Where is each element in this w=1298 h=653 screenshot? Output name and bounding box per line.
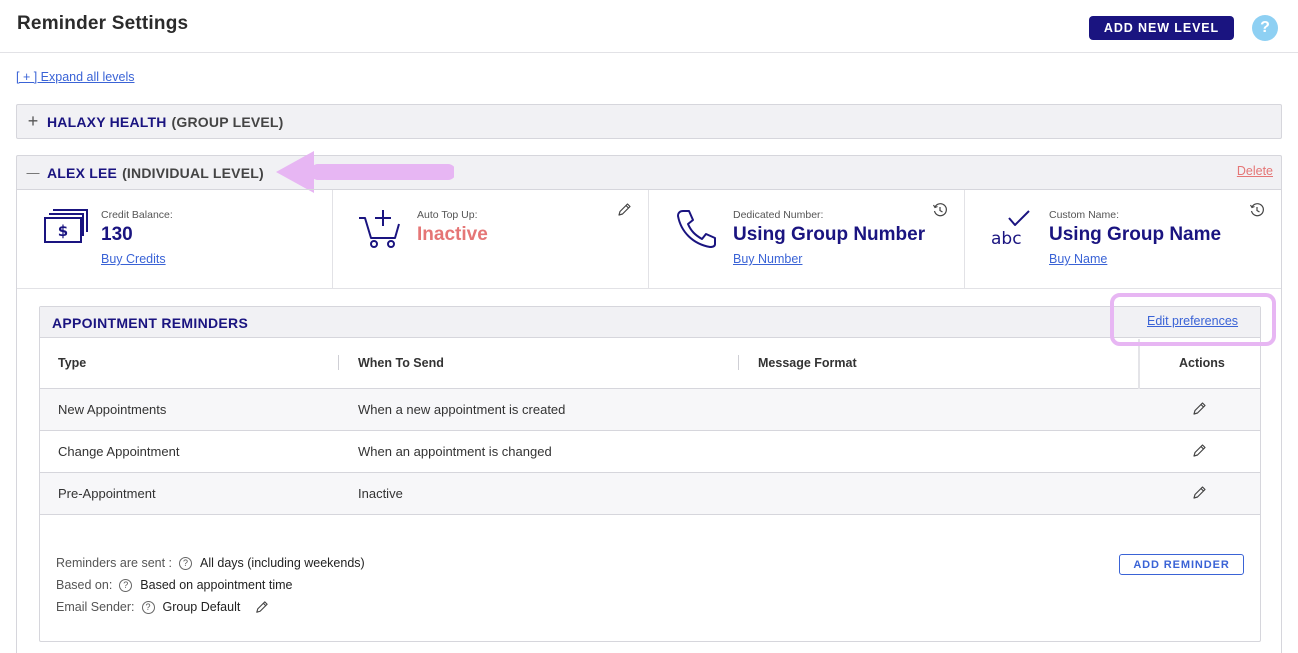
history-icon[interactable] — [932, 202, 948, 218]
auto-top-up-value: Inactive — [417, 224, 488, 245]
email-sender-value: Group Default — [162, 600, 241, 614]
pencil-icon[interactable] — [254, 600, 269, 615]
add-reminder-button[interactable]: ADD REMINDER — [1119, 554, 1244, 575]
add-new-level-button[interactable]: ADD NEW LEVEL — [1089, 16, 1234, 40]
buy-name-link[interactable]: Buy Name — [1049, 252, 1107, 266]
table-row[interactable]: Pre-Appointment Inactive — [40, 473, 1260, 515]
auto-top-up-label: Auto Top Up: — [417, 209, 478, 221]
column-header-format[interactable]: Message Format — [758, 356, 857, 370]
top-bar: Reminder Settings ADD NEW LEVEL ? — [0, 0, 1298, 53]
credit-balance-card: $ Credit Balance: 130 Buy Credits — [17, 190, 333, 289]
based-on-value: Based on appointment time — [140, 578, 293, 592]
cell-when: When an appointment is changed — [358, 444, 552, 459]
abc-check-icon: abc — [991, 210, 1030, 248]
help-circle-icon[interactable]: ? — [179, 556, 193, 570]
custom-name-value: Using Group Name — [1049, 224, 1222, 245]
appointment-reminders-title: APPOINTMENT REMINDERS — [52, 315, 249, 331]
dedicated-number-value: Using Group Number — [733, 224, 926, 245]
group-level-bar[interactable]: + HALAXY HEALTH (GROUP LEVEL) — [16, 104, 1282, 139]
history-icon[interactable] — [1249, 202, 1265, 218]
cell-type: Change Appointment — [58, 444, 180, 459]
expand-all-levels-link[interactable]: [ + ] Expand all levels — [16, 70, 134, 84]
reminders-sent-value: All days (including weekends) — [200, 556, 365, 570]
pencil-icon[interactable] — [1191, 401, 1207, 417]
delete-level-link[interactable]: Delete — [1237, 164, 1273, 178]
pencil-icon[interactable] — [616, 202, 632, 218]
appointment-reminders-header: APPOINTMENT REMINDERS Edit preferences — [40, 307, 1260, 338]
pencil-icon[interactable] — [1191, 443, 1207, 459]
custom-name-label: Custom Name: — [1049, 209, 1120, 221]
custom-name-card: abc Custom Name: Using Group Name Buy Na… — [965, 190, 1281, 289]
help-circle-icon[interactable]: ? — [119, 578, 133, 592]
reminders-sent-label: Reminders are sent : — [56, 556, 173, 570]
credit-balance-label: Credit Balance: — [101, 209, 173, 221]
info-row-based: Based on: ? Based on appointment time — [56, 574, 365, 596]
auto-top-up-card: Auto Top Up: Inactive — [333, 190, 649, 289]
svg-text:abc: abc — [991, 229, 1022, 248]
group-level-type: (GROUP LEVEL) — [171, 113, 284, 130]
stats-row: $ Credit Balance: 130 Buy Credits Auto T… — [17, 190, 1281, 289]
table-row[interactable]: New Appointments When a new appointment … — [40, 389, 1260, 431]
edit-preferences-link[interactable]: Edit preferences — [1147, 314, 1238, 328]
email-sender-label: Email Sender: — [56, 600, 135, 614]
column-header-type[interactable]: Type — [58, 356, 86, 370]
cart-add-icon — [359, 210, 400, 248]
table-row[interactable]: Change Appointment When an appointment i… — [40, 431, 1260, 473]
reminder-info: Reminders are sent : ? All days (includi… — [56, 552, 365, 618]
cell-when: Inactive — [358, 486, 403, 501]
expand-toggle[interactable]: + — [17, 111, 47, 132]
info-row-sent: Reminders are sent : ? All days (includi… — [56, 552, 365, 574]
based-on-label: Based on: — [56, 578, 113, 592]
dedicated-number-card: Dedicated Number: Using Group Number Buy… — [649, 190, 965, 289]
cell-type: Pre-Appointment — [58, 486, 156, 501]
table-header: Type When To Send Message Format Actions — [40, 339, 1260, 389]
cell-when: When a new appointment is created — [358, 402, 566, 417]
dedicated-number-label: Dedicated Number: — [733, 209, 824, 221]
individual-level-type: (INDIVIDUAL LEVEL) — [122, 164, 264, 181]
individual-level-panel: $ Credit Balance: 130 Buy Credits Auto T… — [16, 189, 1282, 653]
help-button[interactable]: ? — [1252, 15, 1278, 41]
column-divider — [738, 355, 739, 370]
credit-balance-value: 130 — [101, 224, 133, 245]
phone-icon — [677, 210, 716, 248]
info-row-sender: Email Sender: ? Group Default — [56, 596, 365, 618]
individual-level-name: ALEX LEE — [47, 164, 118, 181]
svg-text:$: $ — [58, 222, 68, 240]
appointment-reminders-panel: APPOINTMENT REMINDERS Edit preferences T… — [39, 306, 1261, 642]
reminders-table: Type When To Send Message Format Actions… — [40, 339, 1260, 515]
column-divider — [1138, 339, 1140, 389]
column-header-when[interactable]: When To Send — [358, 356, 444, 370]
individual-level-bar[interactable]: — ALEX LEE (INDIVIDUAL LEVEL) Delete — [16, 155, 1282, 189]
column-divider — [338, 355, 339, 370]
group-level-name: HALAXY HEALTH — [47, 113, 167, 130]
page-title: Reminder Settings — [17, 13, 189, 34]
buy-credits-link[interactable]: Buy Credits — [101, 252, 166, 266]
column-header-actions: Actions — [1179, 356, 1225, 370]
cell-type: New Appointments — [58, 402, 167, 417]
credits-icon: $ — [44, 209, 88, 243]
pencil-icon[interactable] — [1191, 485, 1207, 501]
buy-number-link[interactable]: Buy Number — [733, 252, 802, 266]
help-circle-icon[interactable]: ? — [141, 600, 155, 614]
collapse-toggle[interactable]: — — [17, 165, 47, 180]
